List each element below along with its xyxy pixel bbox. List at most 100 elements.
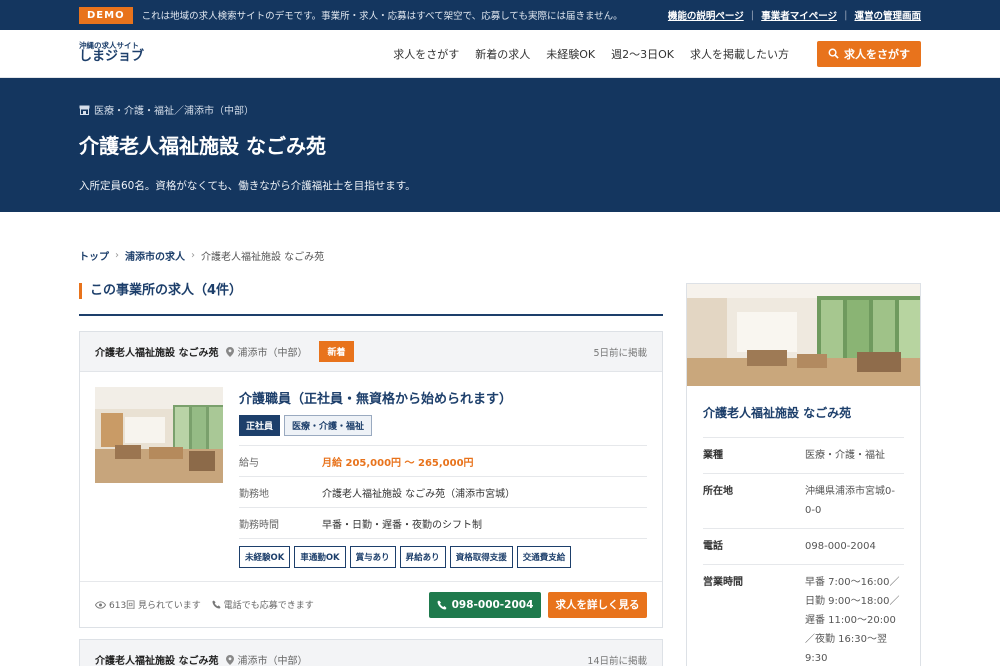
main-content: この事業所の求人（4件） 介護老人福祉施設 なごみ苑 浦添市（中部） 新着 5日…	[79, 283, 663, 666]
industry-row: 業種 医療・介護・福祉	[703, 438, 904, 474]
job-location: 浦添市（中部）	[226, 652, 307, 666]
salary-row: 給与 月給 205,000円 〜 265,000円	[239, 446, 647, 477]
breadcrumb-current: 介護老人福祉施設 なごみ苑	[201, 252, 325, 263]
job-card-header: 介護老人福祉施設 なごみ苑 浦添市（中部） 新着 5日前に掲載	[80, 332, 662, 372]
workplace-value: 介護老人福祉施設 なごみ苑（浦添市宮城）	[322, 488, 516, 500]
eye-icon	[95, 600, 106, 609]
hero-category-text: 医療・介護・福祉／浦添市（中部）	[94, 106, 254, 117]
job-card: 介護老人福祉施設 なごみ苑 浦添市（中部） 新着 5日前に掲載 介護職員（正社員…	[79, 331, 663, 628]
facility-sidebar: 介護老人福祉施設 なごみ苑 業種 医療・介護・福祉 所在地 沖縄県浦添市宮城0-…	[686, 283, 921, 666]
job-photo[interactable]	[95, 387, 223, 483]
feature-tag: 昇給あり	[399, 546, 446, 568]
job-tags: 正社員 医療・介護・福祉	[239, 415, 647, 436]
map-pin-icon	[226, 346, 235, 357]
posted-date: 5日前に掲載	[593, 347, 647, 359]
job-company-name[interactable]: 介護老人福祉施設 なごみ苑	[95, 344, 218, 359]
job-card-footer: 613回 見られています 電話でも応募できます 098-000-2004 求人を…	[80, 581, 662, 627]
job-info: 介護職員（正社員・無資格から始められます） 正社員 医療・介護・福祉 給与 月給…	[239, 387, 647, 568]
section-title: この事業所の求人（4件）	[79, 283, 663, 299]
breadcrumb-home[interactable]: トップ	[79, 248, 109, 263]
phone-icon	[212, 600, 221, 609]
feature-guide-link[interactable]: 機能の説明ページ	[668, 8, 744, 22]
business-mypage-link[interactable]: 事業者マイページ	[761, 8, 837, 22]
address-row: 所在地 沖縄県浦添市宮城0-0-0	[703, 474, 904, 529]
phone-apply-note: 電話でも応募できます	[212, 598, 314, 611]
phone-row: 電話 098-000-2004	[703, 529, 904, 565]
divider: |	[750, 9, 755, 21]
hero-banner: 医療・介護・福祉／浦添市（中部） 介護老人福祉施設 なごみ苑 入所定員60名。資…	[0, 78, 1000, 212]
facility-info: 介護老人福祉施設 なごみ苑 業種 医療・介護・福祉 所在地 沖縄県浦添市宮城0-…	[687, 386, 920, 666]
feature-tag: 未経験OK	[239, 546, 291, 568]
salary-value: 月給 205,000円 〜 265,000円	[322, 457, 474, 469]
job-location: 浦添市（中部）	[226, 344, 307, 359]
address-label: 所在地	[703, 486, 733, 497]
facility-photo	[687, 284, 920, 386]
job-card-header: 介護老人福祉施設 なごみ苑 浦添市（中部） 14日前に掲載	[80, 640, 662, 666]
nav-item-new-jobs[interactable]: 新着の求人	[475, 46, 530, 62]
industry-value: 医療・介護・福祉	[805, 450, 885, 461]
admin-panel-link[interactable]: 運営の管理画面	[854, 8, 921, 22]
map-pin-icon	[226, 654, 235, 665]
demo-bar: DEMO これは地域の求人検索サイトのデモです。事業所・求人・応募はすべて架空で…	[0, 0, 1000, 30]
hero-category: 医療・介護・福祉／浦添市（中部）	[79, 102, 921, 117]
facility-details: 業種 医療・介護・福祉 所在地 沖縄県浦添市宮城0-0-0 電話 098-000…	[703, 437, 904, 666]
business-hours-label: 営業時間	[703, 577, 743, 588]
workplace-row: 勤務地 介護老人福祉施設 なごみ苑（浦添市宮城）	[239, 477, 647, 508]
call-button[interactable]: 098-000-2004	[429, 591, 541, 618]
nav-item-search-jobs[interactable]: 求人をさがす	[393, 46, 459, 62]
hours-label: 勤務時間	[239, 519, 279, 531]
breadcrumb: トップ › 浦添市の求人 › 介護老人福祉施設 なごみ苑	[79, 248, 324, 263]
view-details-button[interactable]: 求人を詳しく見る	[548, 591, 647, 618]
logo-title: しまジョブ	[79, 49, 145, 65]
job-card-body: 介護職員（正社員・無資格から始められます） 正社員 医療・介護・福祉 給与 月給…	[80, 372, 662, 568]
business-hours-row: 営業時間 早番 7:00〜16:00／日勤 9:00〜18:00／遅番 11:0…	[703, 565, 904, 666]
divider: |	[844, 9, 848, 21]
new-badge: 新着	[319, 341, 354, 362]
search-jobs-button[interactable]: 求人をさがす	[817, 40, 921, 67]
hours-value: 早番・日勤・遅番・夜勤のシフト制	[322, 519, 482, 531]
hours-row: 勤務時間 早番・日勤・遅番・夜勤のシフト制	[239, 508, 647, 539]
facility-name: 介護老人福祉施設 なごみ苑	[703, 406, 852, 420]
job-location-text: 浦添市（中部）	[237, 656, 308, 666]
nav-item-post-jobs[interactable]: 求人を掲載したい方	[690, 46, 789, 62]
demo-badge: DEMO	[79, 6, 133, 24]
page-title: 介護老人福祉施設 なごみ苑	[79, 134, 326, 158]
feature-tag: 賞与あり	[349, 546, 396, 568]
job-title[interactable]: 介護職員（正社員・無資格から始められます）	[239, 388, 647, 407]
feature-tag: 交通費支給	[516, 546, 572, 568]
search-button-label: 求人をさがす	[844, 47, 910, 61]
employment-type-tag: 正社員	[239, 415, 281, 436]
job-card: 介護老人福祉施設 なごみ苑 浦添市（中部） 14日前に掲載	[79, 639, 663, 666]
feature-tags: 未経験OK 車通勤OK 賞与あり 昇給あり 資格取得支援 交通費支給	[239, 546, 647, 568]
demo-links: 機能の説明ページ | 事業者マイページ | 運営の管理画面	[668, 8, 921, 23]
breadcrumb-city[interactable]: 浦添市の求人	[125, 248, 185, 263]
store-icon	[79, 105, 90, 115]
section-divider	[79, 314, 663, 316]
nav-item-part-time[interactable]: 週2〜3日OK	[611, 46, 674, 62]
posted-date: 14日前に掲載	[587, 655, 647, 666]
hero-description: 入所定員60名。資格がなくても、働きながら介護福祉士を目指せます。	[79, 180, 416, 192]
phone-label: 電話	[703, 541, 723, 552]
salary-label: 給与	[239, 457, 259, 469]
site-header: 沖縄の求人サイト しまジョブ 求人をさがす 新着の求人 未経験OK 週2〜3日O…	[0, 30, 1000, 78]
job-details: 給与 月給 205,000円 〜 265,000円 勤務地 介護老人福祉施設 な…	[239, 445, 647, 539]
address-value: 沖縄県浦添市宮城0-0-0	[805, 486, 895, 516]
search-icon	[828, 48, 839, 59]
call-button-label: 098-000-2004	[451, 598, 534, 611]
job-company-name[interactable]: 介護老人福祉施設 なごみ苑	[95, 652, 218, 666]
phone-apply-text: 電話でも応募できます	[223, 601, 314, 611]
view-count-text: 613回 見られています	[109, 601, 201, 611]
job-location-text: 浦添市（中部）	[237, 348, 308, 359]
business-hours-value: 早番 7:00〜16:00／日勤 9:00〜18:00／遅番 11:00〜20:…	[805, 577, 900, 664]
main-nav: 求人をさがす 新着の求人 未経験OK 週2〜3日OK 求人を掲載したい方 求人を…	[377, 40, 921, 67]
feature-tag: 資格取得支援	[449, 546, 513, 568]
demo-notice: これは地域の求人検索サイトのデモです。事業所・求人・応募はすべて架空で、応募して…	[141, 11, 623, 22]
breadcrumb-separator: ›	[115, 250, 119, 261]
phone-icon	[437, 600, 447, 609]
workplace-label: 勤務地	[239, 488, 269, 500]
phone-value: 098-000-2004	[805, 541, 876, 552]
site-logo[interactable]: 沖縄の求人サイト しまジョブ	[79, 41, 145, 65]
breadcrumb-separator: ›	[191, 250, 195, 261]
nav-item-beginners-ok[interactable]: 未経験OK	[546, 46, 595, 62]
industry-label: 業種	[703, 450, 723, 461]
